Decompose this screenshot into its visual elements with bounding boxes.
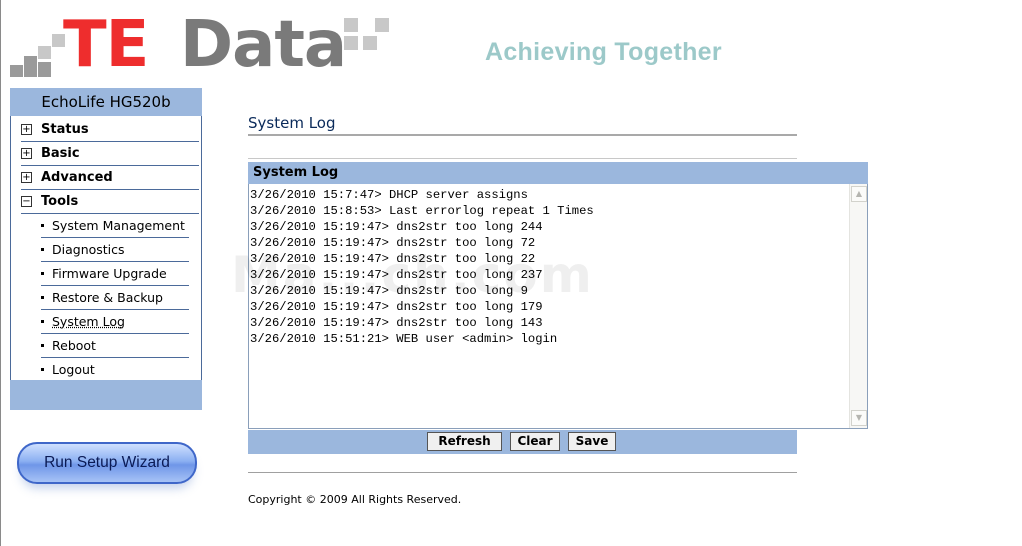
bullet-icon <box>41 296 44 299</box>
sidebar-menu: + Status + Basic + Advanced − Tools Syst… <box>10 116 202 382</box>
log-line: 3/26/2010 15:51:21> WEB user <admin> log… <box>250 332 558 346</box>
sidebar-item-label[interactable]: Basic <box>41 142 80 165</box>
setup-wizard-container: Run Setup Wizard <box>14 440 198 502</box>
sidebar-item-label[interactable]: Advanced <box>41 166 113 189</box>
sidebar-subitem-label[interactable]: Reboot <box>52 334 96 357</box>
device-model-label: EchoLife HG520b <box>10 88 202 116</box>
minus-box-icon[interactable]: − <box>21 196 32 207</box>
log-line: 3/26/2010 15:8:53> Last errorlog repeat … <box>250 204 594 218</box>
bullet-icon <box>41 320 44 323</box>
sidebar-subitem-label[interactable]: Logout <box>52 358 95 381</box>
bullet-icon <box>41 368 44 371</box>
copyright-text: Copyright © 2009 All Rights Reserved. <box>248 493 462 506</box>
scroll-down-icon[interactable]: ▼ <box>851 410 867 426</box>
sidebar-subitem-label[interactable]: Restore & Backup <box>52 286 163 309</box>
run-setup-wizard-button[interactable]: Run Setup Wizard <box>17 442 197 484</box>
sidebar-item-status[interactable]: + Status <box>21 118 199 142</box>
divider <box>248 158 797 159</box>
sidebar-subitem-restore-backup[interactable]: Restore & Backup <box>41 286 189 310</box>
title-divider <box>248 134 797 136</box>
footer-divider <box>248 472 797 473</box>
sidebar-subitem-label[interactable]: Diagnostics <box>52 238 125 261</box>
system-log-textarea[interactable]: 3/26/2010 15:7:47> DHCP server assigns 3/… <box>231 184 868 429</box>
plus-box-icon[interactable]: + <box>21 124 32 135</box>
sidebar-subitem-diagnostics[interactable]: Diagnostics <box>41 238 189 262</box>
clear-button[interactable]: Clear <box>510 432 560 451</box>
sidebar-subitem-label[interactable]: System Management <box>52 214 185 237</box>
scroll-up-icon[interactable]: ▲ <box>851 186 867 202</box>
logo-data-text: Data <box>180 8 347 82</box>
page-title: System Log <box>248 114 336 132</box>
watermark: Ma...ch.com <box>231 246 594 304</box>
save-button[interactable]: Save <box>568 432 616 451</box>
sidebar-item-tools[interactable]: − Tools <box>21 190 199 214</box>
sidebar-subitem-logout[interactable]: Logout <box>41 358 189 382</box>
te-data-logo: TE Data <box>8 10 398 84</box>
plus-box-icon[interactable]: + <box>21 148 32 159</box>
log-line: 3/26/2010 15:19:47> dns2str too long 143 <box>250 316 543 330</box>
sidebar-subitem-label[interactable]: Firmware Upgrade <box>52 262 167 285</box>
sidebar-item-label[interactable]: Status <box>41 118 89 141</box>
log-line: 3/26/2010 15:19:47> dns2str too long 244 <box>250 220 543 234</box>
plus-box-icon[interactable]: + <box>21 172 32 183</box>
logo-te-text: TE <box>63 8 149 82</box>
log-button-bar: Refresh Clear Save <box>248 430 797 454</box>
sidebar-item-basic[interactable]: + Basic <box>21 142 199 166</box>
bullet-icon <box>41 224 44 227</box>
sidebar-subitem-reboot[interactable]: Reboot <box>41 334 189 358</box>
sidebar-subitem-firmware-upgrade[interactable]: Firmware Upgrade <box>41 262 189 286</box>
bullet-icon <box>41 344 44 347</box>
log-panel-header: System Log <box>248 162 868 184</box>
log-scrollbar[interactable]: ▲ ▼ <box>849 184 867 428</box>
sidebar-subitem-system-management[interactable]: System Management <box>41 214 189 238</box>
log-line: 3/26/2010 15:7:47> DHCP server assigns <box>250 188 528 202</box>
window-border <box>0 0 1 546</box>
tagline: Achieving Together <box>485 38 722 66</box>
sidebar-subitem-label[interactable]: System Log <box>52 310 125 333</box>
bullet-icon <box>41 248 44 251</box>
sidebar-subitem-system-log[interactable]: System Log <box>41 310 189 334</box>
bullet-icon <box>41 272 44 275</box>
refresh-button[interactable]: Refresh <box>427 432 502 451</box>
sidebar-footer-bar <box>10 380 202 410</box>
sidebar-item-label[interactable]: Tools <box>41 190 78 213</box>
sidebar-item-advanced[interactable]: + Advanced <box>21 166 199 190</box>
